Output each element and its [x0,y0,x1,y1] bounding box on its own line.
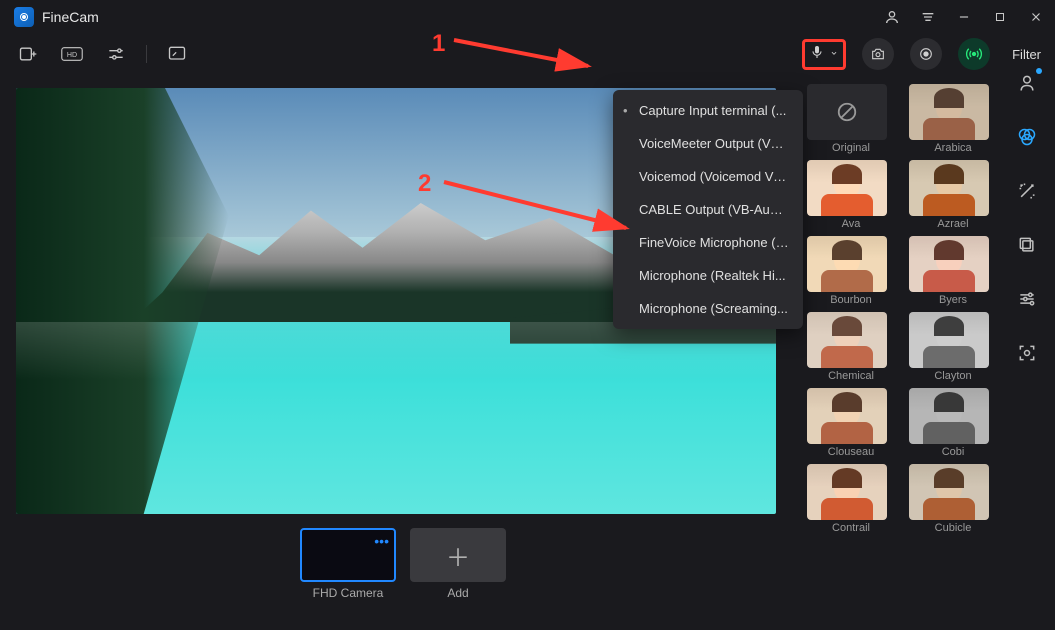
none-icon [836,101,858,123]
filters-tab-icon[interactable] [1014,124,1040,150]
toolbar-separator [146,45,147,63]
filter-chemical[interactable]: Chemical [807,312,895,382]
add-source-button[interactable]: ＋ Add [410,528,506,600]
mic-option[interactable]: Microphone (Screaming... [613,292,803,325]
notification-dot [1036,68,1042,74]
filter-clayton[interactable]: Clayton [909,312,997,382]
mic-option[interactable]: FineVoice Microphone (F... [613,226,803,259]
source-strip: ••• FHD Camera ＋ Add [300,528,506,600]
profile-icon[interactable] [1014,70,1040,96]
magic-wand-icon[interactable] [1014,178,1040,204]
filter-arabica[interactable]: Arabica [909,84,997,154]
add-scene-icon[interactable] [14,40,42,68]
right-rail [1009,70,1045,366]
chevron-down-icon [829,45,839,63]
close-button[interactable] [1027,8,1045,26]
whiteboard-icon[interactable] [163,40,191,68]
broadcast-button[interactable] [958,38,990,70]
filter-byers[interactable]: Byers [909,236,997,306]
hd-icon[interactable]: HD [58,40,86,68]
filter-panel: Original Arabica Ava Azrael Bourbon Byer… [807,84,997,534]
app-logo [14,7,34,27]
mic-option[interactable]: VoiceMeeter Output (VB... [613,127,803,160]
source-camera[interactable]: ••• FHD Camera [300,528,396,600]
filter-ava[interactable]: Ava [807,160,895,230]
filter-cobi[interactable]: Cobi [909,388,997,458]
filter-contrail[interactable]: Contrail [807,464,895,534]
minimize-button[interactable] [955,8,973,26]
filter-cubicle[interactable]: Cubicle [909,464,997,534]
microphone-icon [809,44,825,65]
microphone-selector[interactable] [802,39,846,70]
window-controls [883,8,1045,26]
adjustments-icon[interactable] [1014,286,1040,312]
filter-azrael[interactable]: Azrael [909,160,997,230]
filter-clouseau[interactable]: Clouseau [807,388,895,458]
filter-heading: Filter [1012,47,1041,62]
toolbar: HD Filter [0,34,1055,74]
maximize-button[interactable] [991,8,1009,26]
titlebar: FineCam [0,0,1055,34]
mic-option[interactable]: CABLE Output (VB-Audi... [613,193,803,226]
snapshot-button[interactable] [862,38,894,70]
settings-sliders-icon[interactable] [102,40,130,68]
mic-option[interactable]: Capture Input terminal (... [613,94,803,127]
app-title: FineCam [42,9,99,25]
mic-option[interactable]: Microphone (Realtek Hi... [613,259,803,292]
mic-option[interactable]: Voicemod (Voicemod Vir... [613,160,803,193]
layers-icon[interactable] [1014,232,1040,258]
source-label: Add [410,586,506,600]
menu-icon[interactable] [919,8,937,26]
plus-icon: ＋ [446,538,470,573]
filter-bourbon[interactable]: Bourbon [807,236,895,306]
account-icon[interactable] [883,8,901,26]
source-label: FHD Camera [300,586,396,600]
filter-original[interactable]: Original [807,84,895,154]
record-button[interactable] [910,38,942,70]
source-options-icon[interactable]: ••• [374,533,389,549]
microphone-dropdown: Capture Input terminal (... VoiceMeeter … [613,90,803,329]
svg-text:HD: HD [67,52,77,59]
scene-focus-icon[interactable] [1014,340,1040,366]
